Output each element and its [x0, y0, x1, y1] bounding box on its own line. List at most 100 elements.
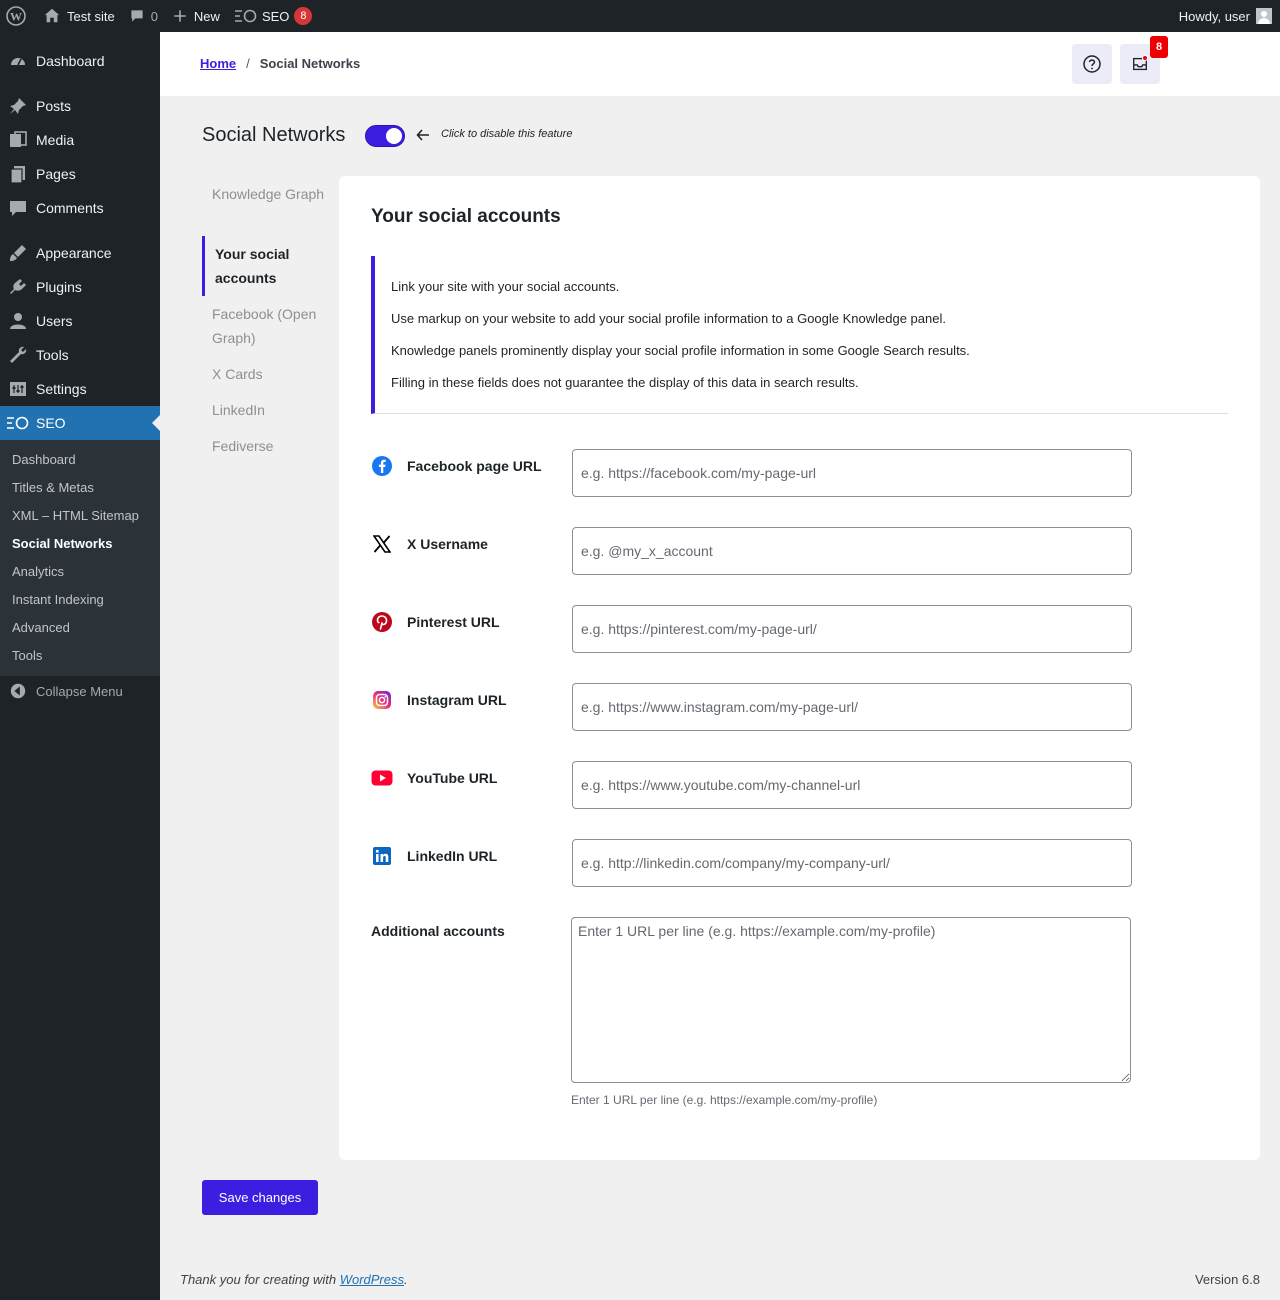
linkedin-url-input[interactable]: [572, 839, 1132, 887]
wrench-icon: [0, 345, 36, 365]
seo-submenu: Dashboard Titles & Metas XML – HTML Site…: [0, 440, 160, 676]
breadcrumb-home-link[interactable]: Home: [200, 56, 236, 71]
footer-thanks: Thank you for creating with WordPress.: [180, 1272, 408, 1287]
facebook-url-input[interactable]: [572, 449, 1132, 497]
menu-appearance[interactable]: Appearance: [0, 236, 160, 270]
pinterest-url-input[interactable]: [572, 605, 1132, 653]
notification-dot: [1142, 55, 1148, 61]
footer-version: Version 6.8: [1194, 1272, 1260, 1287]
dashboard-icon: [0, 51, 36, 71]
instagram-icon: [371, 689, 393, 711]
comments-link[interactable]: 0: [122, 0, 165, 32]
collapse-icon: [0, 682, 36, 700]
menu-pages[interactable]: Pages: [0, 157, 160, 191]
subnav-linkedin[interactable]: LinkedIn: [202, 398, 332, 422]
plugin-header: Home / Social Networks 8: [160, 32, 1280, 96]
new-content-link[interactable]: New: [165, 0, 227, 32]
x-username-input[interactable]: [572, 527, 1132, 575]
facebook-icon: [371, 455, 393, 477]
youtube-label: YouTube URL: [371, 767, 497, 789]
menu-label: Dashboard: [36, 53, 105, 69]
subnav-your-social-accounts[interactable]: Your social accounts: [202, 236, 332, 296]
card-title: Your social accounts: [371, 206, 561, 227]
admin-sidebar: Dashboard Posts Media Pages Comments App…: [0, 32, 160, 1300]
info-notice: Link your site with your social accounts…: [371, 256, 1228, 414]
plugin-icon: [0, 277, 36, 297]
site-name-link[interactable]: Test site: [36, 0, 122, 32]
instagram-url-input[interactable]: [572, 683, 1132, 731]
field-label-text: X Username: [407, 536, 488, 552]
menu-media[interactable]: Media: [0, 123, 160, 157]
field-label-text: Facebook page URL: [407, 458, 542, 474]
notice-line: Knowledge panels prominently display you…: [391, 343, 970, 358]
howdy-text: Howdy, user: [1178, 8, 1250, 24]
pages-icon: [0, 164, 36, 184]
linkedin-label: LinkedIn URL: [371, 845, 497, 867]
save-changes-button[interactable]: Save changes: [202, 1180, 318, 1215]
user-icon: [0, 311, 36, 331]
menu-users[interactable]: Users: [0, 304, 160, 338]
comment-icon: [0, 198, 36, 218]
menu-label: Pages: [36, 166, 76, 182]
admin-bar: W Test site 0 New SEO 8 Howdy, user: [0, 0, 1280, 32]
menu-comments[interactable]: Comments: [0, 191, 160, 225]
notice-line: Link your site with your social accounts…: [391, 279, 620, 294]
wordpress-logo-icon[interactable]: W: [0, 0, 36, 32]
submenu-advanced[interactable]: Advanced: [12, 620, 70, 635]
menu-posts[interactable]: Posts: [0, 89, 160, 123]
notification-count-badge: 8: [1150, 36, 1168, 58]
breadcrumb: Home / Social Networks: [200, 56, 360, 71]
field-label-text: Instagram URL: [407, 692, 507, 708]
notice-line: Use markup on your website to add your s…: [391, 311, 946, 326]
youtube-icon: [371, 767, 393, 789]
wordpress-link[interactable]: WordPress: [340, 1272, 404, 1287]
notifications-button[interactable]: 8: [1120, 36, 1168, 84]
new-label: New: [193, 8, 220, 24]
help-button[interactable]: [1072, 44, 1112, 84]
submenu-social-networks[interactable]: Social Networks: [12, 536, 112, 551]
subnav-fediverse[interactable]: Fediverse: [202, 434, 332, 458]
field-label-text: LinkedIn URL: [407, 848, 498, 864]
instagram-label: Instagram URL: [371, 689, 507, 711]
submenu-tools[interactable]: Tools: [12, 648, 42, 663]
submenu-instant-indexing[interactable]: Instant Indexing: [12, 592, 104, 607]
field-label-text: YouTube URL: [407, 770, 498, 786]
menu-seo[interactable]: SEO: [0, 406, 160, 440]
submenu-analytics[interactable]: Analytics: [12, 564, 64, 579]
seo-adminbar-link[interactable]: SEO 8: [227, 0, 319, 32]
submenu-sitemap[interactable]: XML – HTML Sitemap: [12, 508, 139, 523]
subnav-knowledge-graph[interactable]: Knowledge Graph: [202, 182, 332, 206]
avatar: [1256, 8, 1272, 24]
pin-icon: [0, 96, 36, 116]
seo-label: SEO: [261, 8, 290, 24]
feature-toggle[interactable]: [365, 125, 405, 147]
collapse-menu-button[interactable]: Collapse Menu: [0, 680, 123, 702]
menu-label: Media: [36, 132, 75, 148]
additional-accounts-help: Enter 1 URL per line (e.g. https://examp…: [571, 1093, 878, 1107]
svg-text:W: W: [10, 10, 22, 24]
notice-line: Filling in these fields does not guarant…: [391, 375, 859, 390]
youtube-url-input[interactable]: [572, 761, 1132, 809]
page-title: Social Networks: [202, 124, 346, 146]
account-menu[interactable]: Howdy, user: [1179, 0, 1272, 32]
menu-dashboard[interactable]: Dashboard: [0, 44, 160, 78]
media-icon: [0, 130, 36, 150]
collapse-label: Collapse Menu: [36, 683, 123, 699]
subnav-x-cards[interactable]: X Cards: [202, 362, 332, 386]
menu-tools[interactable]: Tools: [0, 338, 160, 372]
arrow-left-icon: [416, 129, 429, 141]
additional-accounts-textarea[interactable]: [571, 917, 1131, 1083]
menu-settings[interactable]: Settings: [0, 372, 160, 406]
comments-count: 0: [150, 8, 158, 24]
submenu-dashboard[interactable]: Dashboard: [12, 452, 76, 467]
additional-accounts-label: Additional accounts: [371, 923, 505, 939]
footer-thanks-suffix: .: [404, 1272, 408, 1287]
brush-icon: [0, 243, 36, 263]
subnav-facebook-open-graph[interactable]: Facebook (Open Graph): [202, 302, 332, 350]
menu-label: Tools: [36, 347, 69, 363]
linkedin-icon: [371, 845, 393, 867]
submenu-titles-metas[interactable]: Titles & Metas: [12, 480, 94, 495]
settings-icon: [0, 379, 36, 399]
seo-notification-badge: 8: [294, 7, 313, 25]
menu-plugins[interactable]: Plugins: [0, 270, 160, 304]
